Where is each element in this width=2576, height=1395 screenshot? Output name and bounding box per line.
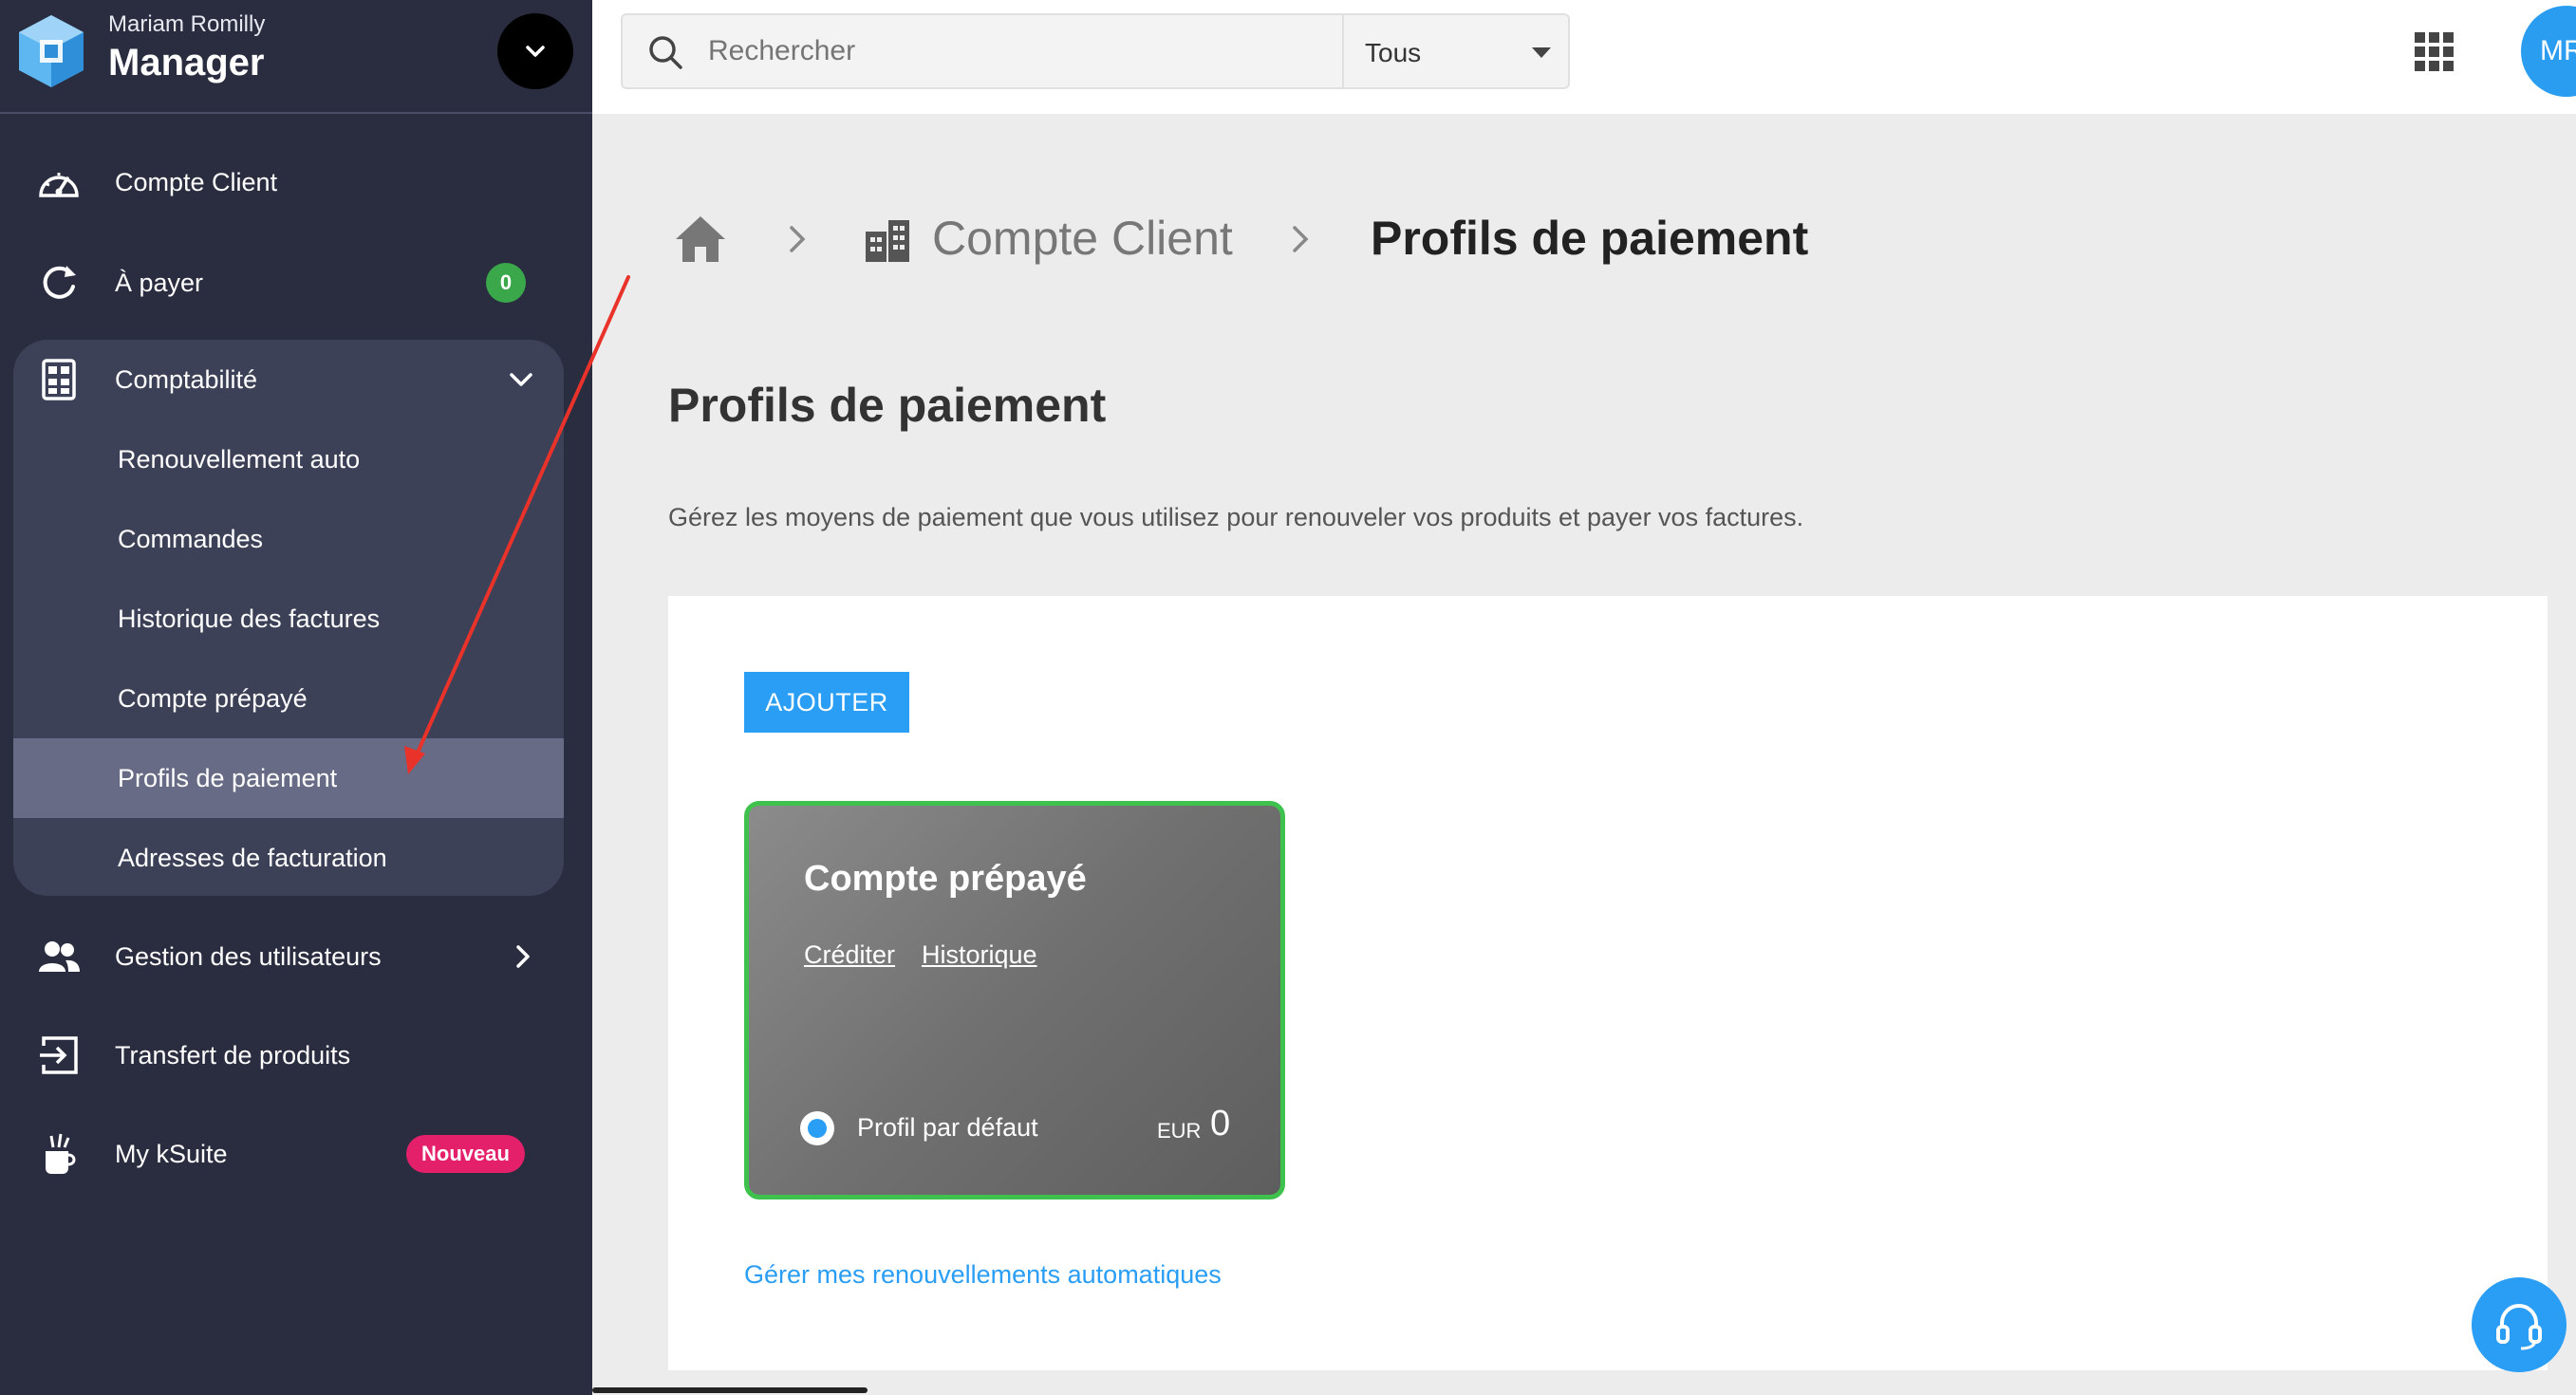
chevron-right-icon: [1293, 226, 1309, 252]
submenu-item-historique-factures[interactable]: Historique des factures: [13, 579, 564, 659]
sidebar: Mariam Romilly Manager Compte Client À p…: [0, 0, 592, 1395]
profile-card-title: Compte prépayé: [804, 859, 1087, 899]
search-scope-value: Tous: [1365, 38, 1422, 67]
account-menu-toggle[interactable]: [497, 13, 573, 89]
sidebar-item-label: Transfert de produits: [115, 1040, 351, 1070]
calculator-icon: [36, 357, 82, 402]
headset-icon: [2496, 1304, 2542, 1350]
page-description: Gérez les moyens de paiement que vous ut…: [668, 503, 1804, 531]
search-input[interactable]: [708, 23, 1316, 80]
manager-logo-icon: [19, 15, 84, 87]
sidebar-item-gestion-utilisateurs[interactable]: Gestion des utilisateurs: [0, 907, 592, 1006]
sidebar-item-a-payer[interactable]: À payer 0: [0, 233, 592, 332]
top-bar: Tous MR: [592, 0, 2576, 114]
add-payment-profile-button[interactable]: AJOUTER: [744, 672, 909, 733]
default-profile-label: Profil par défaut: [857, 1113, 1038, 1142]
submenu-item-profils-paiement[interactable]: Profils de paiement: [13, 738, 564, 818]
default-profile-radio[interactable]: [800, 1111, 834, 1145]
submenu-item-label: Historique des factures: [118, 604, 381, 633]
users-icon: [36, 934, 82, 979]
submenu-item-label: Compte prépayé: [118, 683, 308, 713]
sidebar-item-label: À payer: [115, 268, 204, 297]
submenu-item-label: Renouvellement auto: [118, 444, 361, 474]
chevron-down-icon: [526, 46, 545, 57]
payment-profile-card[interactable]: Compte prépayé Créditer Historique Profi…: [744, 801, 1285, 1200]
radio-selected-dot: [808, 1119, 827, 1138]
page-title: Profils de paiement: [668, 379, 1107, 432]
search-box[interactable]: [621, 13, 1342, 89]
sidebar-header: Mariam Romilly Manager: [0, 0, 592, 114]
submenu-item-label: Adresses de facturation: [118, 843, 387, 872]
manage-auto-renewals-link[interactable]: Gérer mes renouvellements automatiques: [744, 1260, 1222, 1290]
breadcrumb-parent-link[interactable]: Compte Client: [932, 211, 1233, 266]
chevron-right-icon: [790, 226, 806, 252]
sidebar-item-comptabilite[interactable]: Comptabilité: [13, 340, 564, 419]
support-button[interactable]: [2472, 1277, 2567, 1372]
submenu-item-label: Profils de paiement: [118, 763, 338, 792]
refresh-icon: [36, 260, 82, 306]
user-name: Mariam Romilly: [108, 11, 266, 37]
sidebar-item-compte-client[interactable]: Compte Client: [0, 133, 592, 232]
sidebar-item-transfert-produits[interactable]: Transfert de produits: [0, 1006, 592, 1105]
balance-currency: EUR: [1157, 1119, 1202, 1143]
app-name: Manager: [108, 42, 265, 84]
dashboard-gauge-icon: [36, 159, 82, 205]
chevron-right-icon: [516, 945, 530, 968]
breadcrumb-current: Profils de paiement: [1371, 212, 1809, 265]
history-link[interactable]: Historique: [922, 940, 1037, 970]
sidebar-item-label: My kSuite: [115, 1139, 228, 1168]
chevron-down-icon: [510, 373, 532, 386]
submenu-comptabilite: Comptabilité Renouvellement auto Command…: [13, 340, 564, 896]
ksuite-icon: [36, 1131, 82, 1177]
sidebar-item-label: Compte Client: [115, 167, 278, 196]
horizontal-scrollbar[interactable]: [592, 1387, 868, 1393]
building-icon: [866, 220, 909, 262]
submenu-item-adresses-facturation[interactable]: Adresses de facturation: [13, 818, 564, 896]
submenu-item-label: Commandes: [118, 524, 264, 553]
sidebar-item-my-ksuite[interactable]: My kSuite Nouveau: [0, 1105, 592, 1203]
search-scope-select[interactable]: Tous: [1342, 13, 1570, 89]
credit-link[interactable]: Créditer: [804, 940, 895, 970]
search-icon: [649, 36, 682, 69]
transfer-icon: [36, 1032, 82, 1078]
home-icon[interactable]: [674, 214, 727, 264]
new-badge: Nouveau: [406, 1135, 525, 1173]
submenu-item-renouvellement-auto[interactable]: Renouvellement auto: [13, 419, 564, 499]
apps-grid-icon[interactable]: [2415, 32, 2455, 72]
payment-profiles-panel: AJOUTER Compte prépayé Créditer Historiq…: [668, 596, 2548, 1370]
submenu-item-commandes[interactable]: Commandes: [13, 499, 564, 579]
balance-amount: 0: [1210, 1104, 1231, 1144]
count-badge: 0: [486, 263, 526, 303]
user-avatar[interactable]: MR: [2521, 6, 2576, 97]
caret-down-icon: [1532, 47, 1551, 58]
sidebar-item-label: Comptabilité: [115, 364, 258, 394]
sidebar-item-label: Gestion des utilisateurs: [115, 941, 382, 971]
submenu-item-compte-prepaye[interactable]: Compte prépayé: [13, 659, 564, 738]
